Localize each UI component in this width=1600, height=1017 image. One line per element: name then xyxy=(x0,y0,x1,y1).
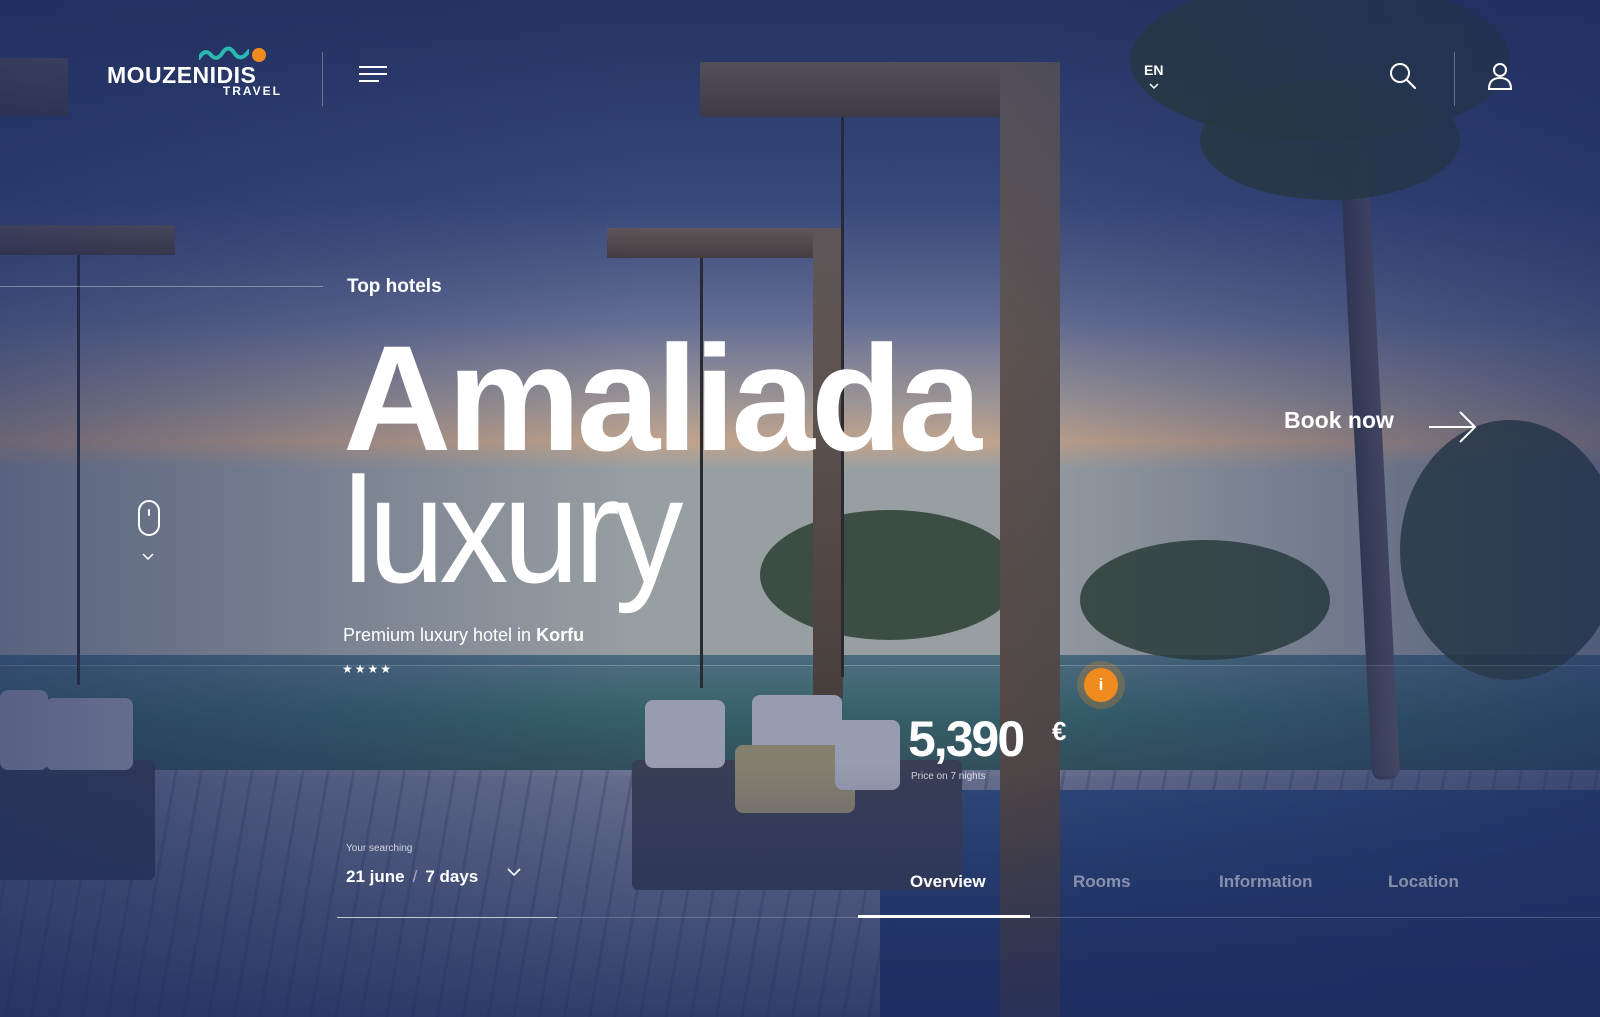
search-separator: / xyxy=(412,867,418,886)
tagline-prefix: Premium luxury hotel in xyxy=(343,625,537,645)
header-divider xyxy=(322,52,323,106)
user-account-button[interactable] xyxy=(1487,62,1513,95)
hamburger-menu-button[interactable] xyxy=(359,66,387,84)
price-amount: 5,390 xyxy=(908,711,1025,767)
logo-sub: TRAVEL xyxy=(222,84,282,98)
book-now-button[interactable]: Book now xyxy=(1284,407,1394,434)
star-rating: ★★★★ xyxy=(342,662,394,676)
language-code: EN xyxy=(1144,62,1164,78)
search-button[interactable] xyxy=(1389,62,1417,95)
logo-dot-icon xyxy=(252,48,266,62)
search-label: Your searching xyxy=(346,843,413,854)
hamburger-icon xyxy=(359,80,379,82)
section-kicker: Top hotels xyxy=(347,276,442,297)
brand-logo[interactable]: MOUZENIDIS TRAVEL xyxy=(107,44,282,100)
price-note: Price on 7 nights xyxy=(911,771,986,782)
tab-location[interactable]: Location xyxy=(1388,872,1459,892)
search-date: 21 june xyxy=(346,867,405,886)
color-overlay xyxy=(0,0,1600,1017)
kicker-line xyxy=(0,286,323,287)
tagline-place: Korfu xyxy=(536,625,585,645)
search-summary-dropdown[interactable]: 21 june / 7 days xyxy=(346,867,478,887)
header-divider xyxy=(1454,52,1455,106)
scroll-mouse-icon[interactable] xyxy=(138,500,160,536)
tab-overview[interactable]: Overview xyxy=(910,872,986,892)
chevron-down-icon[interactable] xyxy=(141,552,155,562)
search-underline xyxy=(337,917,557,918)
chevron-down-icon xyxy=(1149,83,1159,90)
chevron-down-icon[interactable] xyxy=(506,866,522,878)
logo-wave-icon xyxy=(199,46,249,60)
user-icon xyxy=(1487,63,1513,90)
hamburger-icon xyxy=(359,73,387,75)
tabs-baseline xyxy=(557,917,1600,918)
search-duration: 7 days xyxy=(425,867,479,886)
hotel-tagline: Premium luxury hotel in Korfu xyxy=(343,625,584,646)
active-tab-indicator xyxy=(858,915,1030,918)
price-currency: € xyxy=(1052,716,1067,746)
hamburger-icon xyxy=(359,66,387,68)
hotel-subtitle: luxury xyxy=(343,446,684,614)
language-selector[interactable]: EN xyxy=(1144,62,1163,90)
arrow-right-icon[interactable] xyxy=(1428,410,1478,444)
search-icon xyxy=(1390,63,1417,90)
tab-rooms[interactable]: Rooms xyxy=(1073,872,1131,892)
tab-information[interactable]: Information xyxy=(1219,872,1313,892)
info-icon[interactable]: i xyxy=(1084,668,1118,702)
